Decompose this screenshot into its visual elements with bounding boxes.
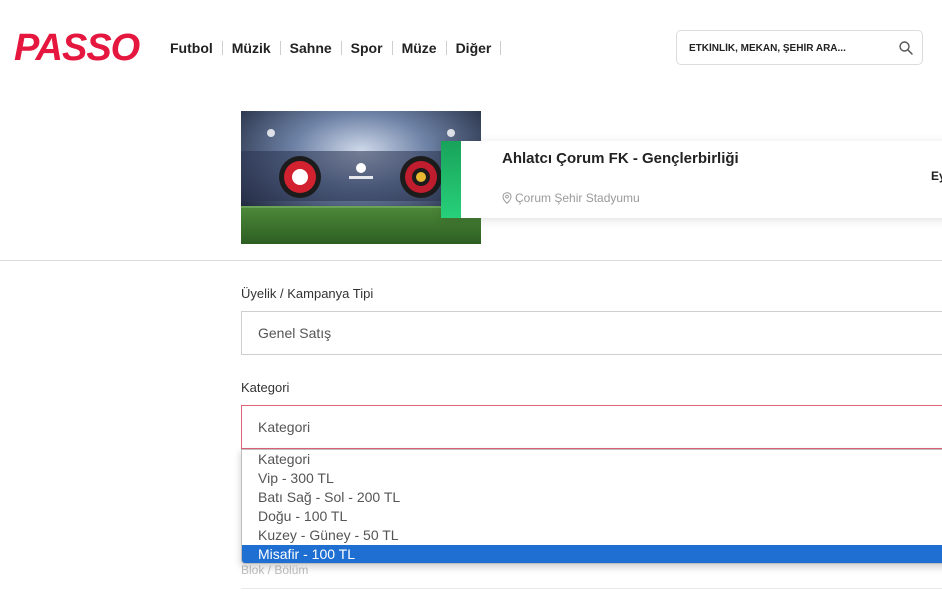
event-date: Ey: [931, 169, 942, 183]
nav-separator: [221, 41, 223, 55]
category-option[interactable]: Vip - 300 TL: [242, 469, 942, 488]
card-accent-bar: [441, 141, 461, 218]
nav-separator: [340, 41, 342, 55]
event-title: Ahlatcı Çorum FK - Gençlerbirliği: [502, 150, 739, 167]
nav-item-sahne[interactable]: Sahne: [290, 40, 332, 56]
site-header: PASSO Futbol Müzik Sahne Spor Müze Diğer: [0, 0, 942, 95]
category-option[interactable]: Kategori: [242, 450, 942, 469]
category-select[interactable]: Kategori: [241, 405, 942, 449]
category-option[interactable]: Doğu - 100 TL: [242, 507, 942, 526]
search-icon[interactable]: [898, 40, 914, 56]
location-pin-icon: [502, 192, 512, 204]
nav-item-diger[interactable]: Diğer: [456, 40, 492, 56]
search-input[interactable]: [689, 39, 889, 57]
membership-type-select[interactable]: Genel Satış: [241, 311, 942, 355]
nav-item-futbol[interactable]: Futbol: [170, 40, 213, 56]
section-divider: [0, 260, 942, 261]
nav-item-muzik[interactable]: Müzik: [232, 40, 271, 56]
main-nav: Futbol Müzik Sahne Spor Müze Diğer: [170, 38, 510, 58]
nav-item-spor[interactable]: Spor: [351, 40, 383, 56]
nav-separator: [445, 41, 447, 55]
category-label: Kategori: [241, 380, 290, 395]
category-dropdown-list: Kategori Vip - 300 TL Batı Sağ - Sol - 2…: [241, 449, 942, 564]
category-option-highlighted[interactable]: Misafir - 100 TL: [242, 545, 942, 563]
block-section-label: Blok / Bölüm: [241, 563, 309, 577]
passo-logo[interactable]: PASSO: [14, 26, 140, 70]
corum-fk-logo: [279, 156, 321, 198]
nav-item-muze[interactable]: Müze: [402, 40, 437, 56]
genclerbirligi-logo: [400, 156, 442, 198]
search-box: [676, 30, 923, 65]
event-venue-label: Çorum Şehir Stadyumu: [515, 191, 640, 205]
event-info-card: Ahlatcı Çorum FK - Gençlerbirliği Çorum …: [441, 141, 942, 218]
nav-separator: [279, 41, 281, 55]
membership-type-label: Üyelik / Kampanya Tipi: [241, 286, 374, 301]
nav-separator: [500, 41, 502, 55]
category-option[interactable]: Kuzey - Güney - 50 TL: [242, 526, 942, 545]
block-select-border: [241, 588, 942, 589]
nav-separator: [391, 41, 393, 55]
category-option[interactable]: Batı Sağ - Sol - 200 TL: [242, 488, 942, 507]
event-venue: Çorum Şehir Stadyumu: [502, 191, 640, 205]
